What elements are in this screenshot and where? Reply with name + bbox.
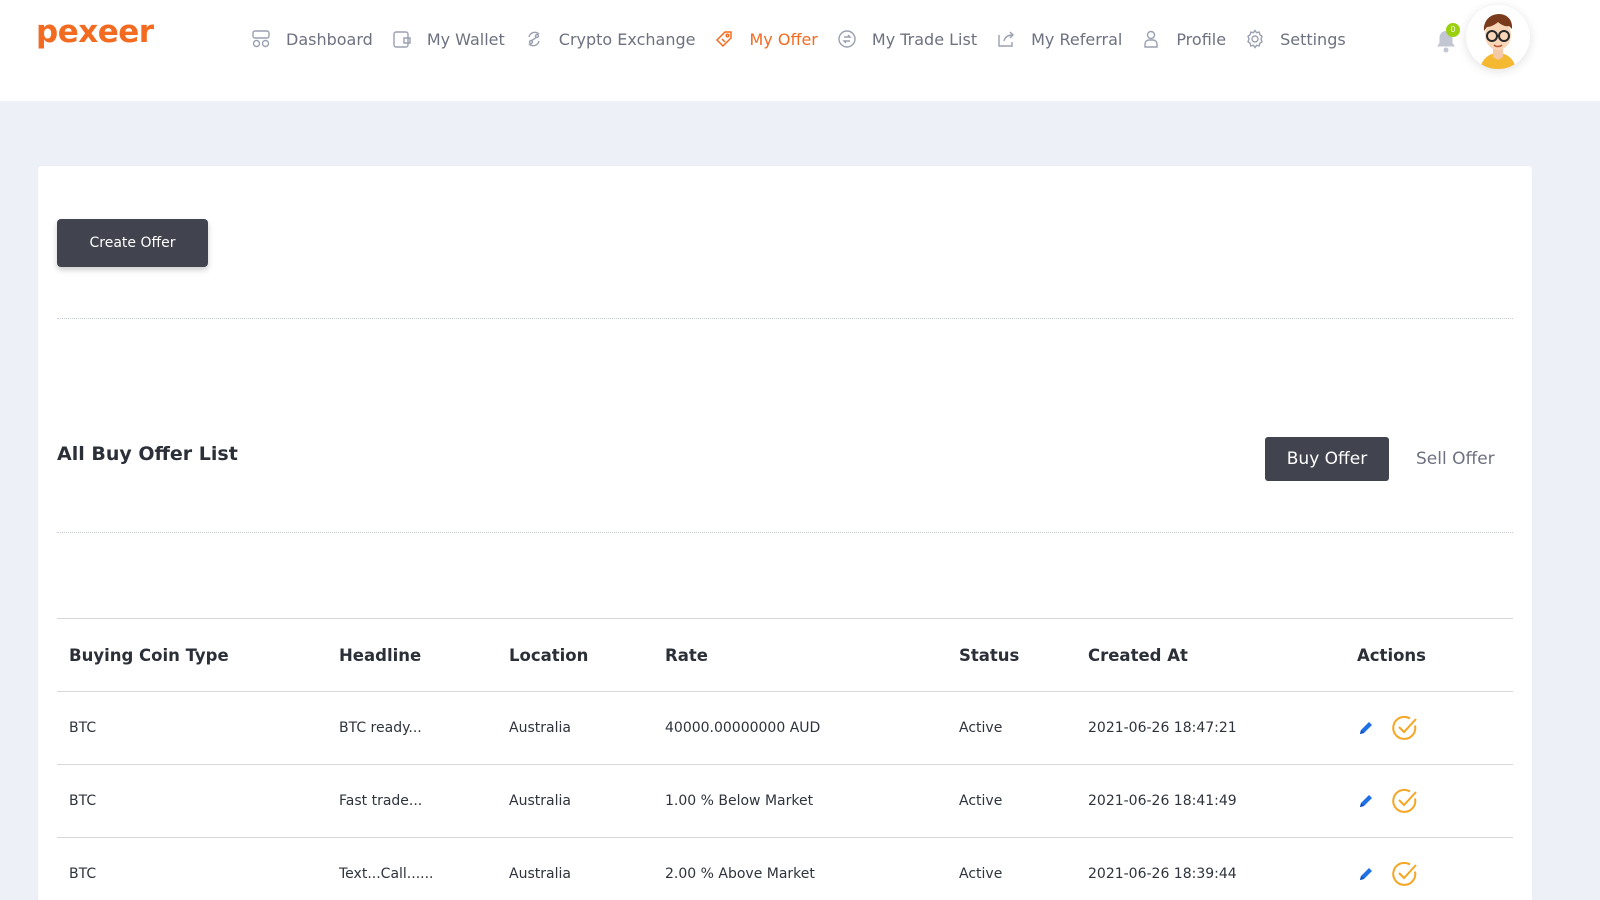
cell-headline: BTC ready... [339,720,422,736]
main-nav: Dashboard My Wallet Crypto Exchange My O… [250,22,1364,56]
cell-coin: BTC [69,720,97,736]
nav-label: My Offer [749,29,818,49]
cell-headline: Text...Call...... [339,866,434,882]
cell-coin: BTC [69,866,97,882]
nav-item-my-trade-list[interactable]: My Trade List [836,28,977,50]
edit-pencil-icon[interactable] [1357,865,1375,883]
nav-item-profile[interactable]: Profile [1140,28,1226,50]
column-header: Actions [1357,645,1426,665]
divider [57,318,1513,319]
cell-location: Australia [509,866,571,882]
cell-coin: BTC [69,793,97,809]
nav-item-my-wallet[interactable]: My Wallet [391,28,505,50]
column-header[interactable]: Created At [1088,619,1188,691]
offer-card: Create Offer All Buy Offer List Buy Offe… [38,166,1532,900]
avatar[interactable] [1466,5,1530,69]
nav-item-settings[interactable]: Settings [1244,28,1346,50]
nav-item-my-referral[interactable]: My Referral [995,28,1122,50]
column-header[interactable]: Status [959,619,1019,691]
nav-item-crypto-exchange[interactable]: Crypto Exchange [523,28,696,50]
gear-icon [1244,28,1266,50]
cell-actions [1357,838,1419,900]
cell-location: Australia [509,793,571,809]
edit-pencil-icon[interactable] [1357,719,1375,737]
activate-check-icon[interactable] [1391,714,1419,742]
cell-created-at: 2021-06-26 18:47:21 [1088,720,1237,736]
trade-list-icon [836,28,858,50]
cell-status: Active [959,866,1003,882]
offer-tag-icon [713,28,735,50]
column-header[interactable]: Rate [665,619,708,691]
wallet-icon [391,28,413,50]
column-header[interactable]: Location [509,619,588,691]
activate-check-icon[interactable] [1391,787,1419,815]
cell-created-at: 2021-06-26 18:39:44 [1088,866,1237,882]
user-icon [1140,28,1162,50]
cell-status: Active [959,793,1003,809]
cell-created-at: 2021-06-26 18:41:49 [1088,793,1237,809]
table-header-row: Buying Coin Type Headline Location Rate … [57,619,1513,692]
nav-label: Settings [1280,29,1346,49]
nav-label: Dashboard [286,29,373,49]
divider [57,532,1513,533]
cell-rate: 1.00 % Below Market [665,793,814,809]
referral-share-icon [995,28,1017,50]
cell-actions [1357,692,1419,764]
cell-rate: 2.00 % Above Market [665,866,815,882]
create-offer-button[interactable]: Create Offer [57,219,208,267]
activate-check-icon[interactable] [1391,860,1419,888]
cell-rate: 40000.00000000 AUD [665,720,821,736]
top-navbar: pexeer Dashboard My Wallet Crypto Exchan… [0,0,1600,101]
offer-list-title: All Buy Offer List [57,443,238,465]
tab-sell-offer[interactable]: Sell Offer [1416,437,1495,481]
nav-item-my-offer[interactable]: My Offer [713,28,818,50]
dashboard-icon [250,28,272,50]
cell-location: Australia [509,720,571,736]
notification-count-badge: 0 [1446,23,1460,37]
table-row: BTC Fast trade... Australia 1.00 % Below… [57,765,1513,838]
nav-item-dashboard[interactable]: Dashboard [250,28,373,50]
cell-status: Active [959,720,1003,736]
nav-label: Crypto Exchange [558,29,696,49]
table-row: BTC BTC ready... Australia 40000.0000000… [57,692,1513,765]
cell-actions [1357,765,1419,837]
cell-headline: Fast trade... [339,793,423,809]
column-header[interactable]: Buying Coin Type [69,619,229,691]
nav-label: Profile [1176,29,1227,49]
nav-label: My Referral [1031,29,1123,49]
edit-pencil-icon[interactable] [1357,792,1375,810]
nav-label: My Trade List [871,29,978,49]
exchange-icon [523,28,545,50]
column-header[interactable]: Headline [339,619,421,691]
tab-buy-offer[interactable]: Buy Offer [1265,437,1389,481]
brand-logo[interactable]: pexeer [36,14,154,50]
offer-table: Buying Coin Type Headline Location Rate … [57,618,1513,900]
table-row: BTC Text...Call...... Australia 2.00 % A… [57,838,1513,900]
nav-label: My Wallet [426,29,505,49]
